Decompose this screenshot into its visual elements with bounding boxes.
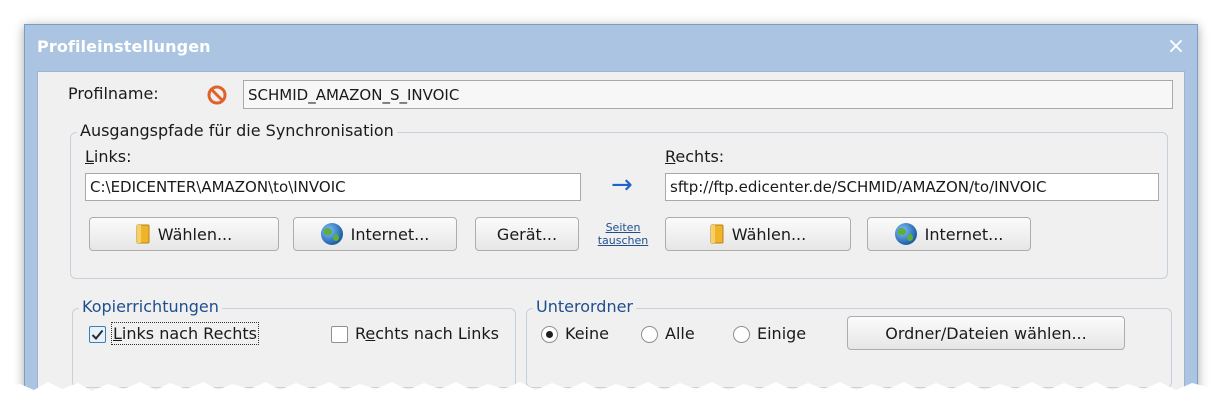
left-path-input[interactable]: C:\EDICENTER\AMAZON\to\INVOIC (85, 173, 581, 201)
subfolders-none-label: Keine (565, 324, 609, 343)
right-internet-button[interactable]: Internet... (867, 217, 1031, 251)
right-choose-label: Wählen... (731, 224, 807, 244)
left-internet-label: Internet... (350, 224, 430, 244)
close-button[interactable]: × (1163, 35, 1189, 59)
dialog-title: Profileinstellungen (37, 37, 211, 56)
subfolders-all-label: Alle (665, 324, 695, 343)
swap-sides-line2: tauschen (597, 234, 649, 247)
swap-sides-link[interactable]: Seiten tauschen (583, 221, 663, 247)
title-bar: Profileinstellungen × (25, 25, 1197, 71)
profile-name-label: Profilname: (68, 84, 159, 103)
left-to-right-label[interactable]: Links nach Rechts (111, 322, 259, 345)
right-path-label: Rechts: (665, 147, 725, 166)
folder-icon (710, 224, 724, 244)
profile-name-input[interactable]: SCHMID_AMAZON_S_INVOIC (243, 80, 1173, 109)
right-choose-button[interactable]: Wählen... (665, 217, 851, 251)
folder-icon (136, 224, 150, 244)
left-to-right-checkbox[interactable] (89, 326, 106, 343)
device-button[interactable]: Gerät... (475, 217, 579, 251)
left-path-value: C:\EDICENTER\AMAZON\to\INVOIC (90, 178, 346, 196)
subfolders-none-radio[interactable] (541, 326, 558, 343)
dialog-body: Profilname: SCHMID_AMAZON_S_INVOIC Ausga… (37, 71, 1185, 405)
sync-paths-group: Ausgangspfade für die Synchronisation Li… (70, 121, 1168, 279)
globe-icon (894, 223, 917, 245)
invalid-name-icon (206, 84, 228, 106)
swap-sides-line1: Seiten (605, 221, 641, 234)
profile-settings-dialog: Profileinstellungen × Profilname: SCHMID… (24, 24, 1198, 406)
subfolders-all-radio[interactable] (641, 326, 658, 343)
subfolders-some-label: Einige (757, 324, 807, 343)
left-choose-button[interactable]: Wählen... (89, 217, 279, 251)
checkmark-icon (91, 329, 104, 340)
sync-paths-group-title: Ausgangspfade für die Synchronisation (77, 121, 397, 140)
direction-arrow-icon: → (611, 170, 633, 200)
left-choose-label: Wählen... (157, 224, 233, 244)
left-path-label: Links: (85, 147, 132, 166)
subfolders-some-radio[interactable] (733, 326, 750, 343)
choose-folders-files-label: Ordner/Dateien wählen... (885, 323, 1087, 343)
subfolders-group-title: Unterordner (533, 297, 636, 316)
device-label: Gerät... (496, 224, 558, 244)
right-internet-label: Internet... (924, 224, 1004, 244)
left-internet-button[interactable]: Internet... (293, 217, 457, 251)
right-path-value: sftp://ftp.edicenter.de/SCHMID/AMAZON/to… (670, 178, 1047, 196)
choose-folders-files-button[interactable]: Ordner/Dateien wählen... (847, 316, 1125, 350)
right-to-left-label[interactable]: Rechts nach Links (355, 324, 499, 343)
right-to-left-checkbox[interactable] (331, 326, 348, 343)
copy-directions-group-title: Kopierrichtungen (79, 297, 222, 316)
torn-edge-decoration (0, 382, 1212, 410)
globe-icon (320, 223, 343, 245)
profile-name-value: SCHMID_AMAZON_S_INVOIC (248, 85, 460, 104)
right-path-input[interactable]: sftp://ftp.edicenter.de/SCHMID/AMAZON/to… (665, 173, 1159, 201)
